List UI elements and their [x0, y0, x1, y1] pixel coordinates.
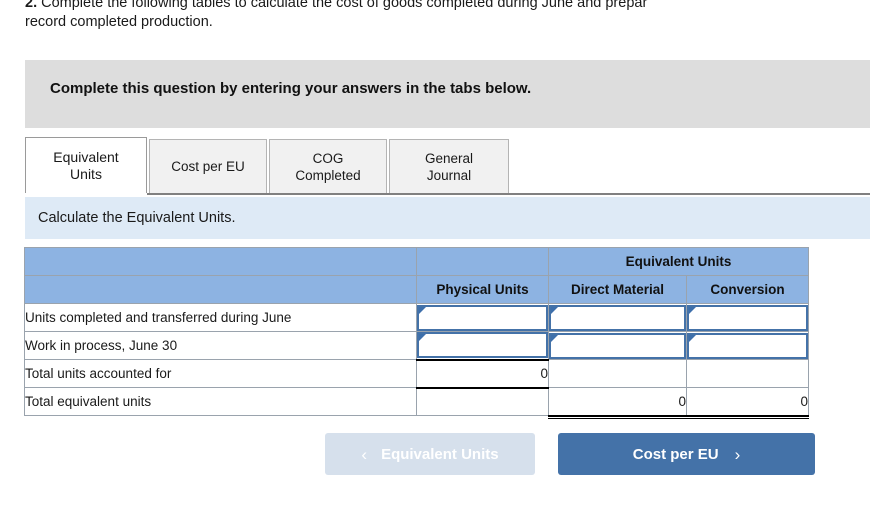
tab-cost-per-eu-label: Cost per EU: [171, 159, 245, 174]
instructions-banner: Complete this question by entering your …: [25, 60, 870, 128]
tab-list: Equivalent Units Cost per EU COG Complet…: [25, 137, 511, 195]
tab-instruction-bar: Calculate the Equivalent Units.: [25, 197, 870, 239]
row-label-total-units-accounted: Total units accounted for: [24, 359, 417, 388]
header-conversion: Conversion: [685, 275, 810, 304]
entry-box[interactable]: [687, 332, 809, 359]
header-physical-units: Physical Units: [416, 275, 549, 304]
exercise-page: 2. Complete the following tables to calc…: [0, 0, 878, 528]
header-direct-material: Direct Material: [548, 275, 687, 304]
input-wip-conversion[interactable]: [685, 331, 810, 360]
entry-box[interactable]: [687, 304, 809, 331]
tab-strip: Equivalent Units Cost per EU COG Complet…: [25, 137, 870, 195]
value-total-units-physical: 0: [416, 359, 549, 389]
question-prompt-line2: record completed production.: [25, 14, 213, 30]
table-header-row-group: Equivalent Units: [24, 247, 810, 276]
value-total-eu-conversion: 0: [685, 387, 810, 419]
next-tab-label: Cost per EU: [632, 445, 719, 463]
tab-general-journal-label: General Journal: [424, 150, 474, 183]
instructions-banner-text: Complete this question by entering your …: [50, 80, 532, 97]
header-blank-label: [24, 275, 417, 304]
value-total-eu-physical: [416, 387, 549, 416]
tab-cost-per-eu[interactable]: Cost per EU: [149, 139, 267, 193]
table-row: Work in process, June 30: [24, 331, 810, 361]
tab-general-journal[interactable]: General Journal: [389, 139, 509, 193]
header-blank-corner: [24, 247, 417, 276]
question-number: 2.: [25, 0, 38, 11]
table-head: Equivalent Units Physical Units Direct M…: [24, 247, 810, 304]
row-label-units-completed: Units completed and transferred during J…: [24, 303, 417, 332]
input-units-completed-direct-material[interactable]: [548, 303, 687, 332]
chevron-right-icon: ›: [734, 444, 741, 464]
tab-equivalent-units[interactable]: Equivalent Units: [25, 137, 147, 195]
value-total-eu-direct-material: 0: [548, 387, 688, 419]
table-row: Total equivalent units 0 0: [24, 387, 810, 419]
chevron-left-icon: ‹: [361, 444, 368, 464]
entry-box[interactable]: [549, 332, 686, 359]
table-row: Units completed and transferred during J…: [24, 303, 810, 332]
value-total-units-conversion: [685, 359, 810, 388]
entry-box[interactable]: [417, 304, 548, 331]
entry-box[interactable]: [549, 304, 686, 331]
tab-equivalent-units-label: Equivalent Units: [53, 148, 119, 182]
table-body: Units completed and transferred during J…: [24, 303, 810, 419]
header-equivalent-units-group: Equivalent Units: [547, 247, 810, 276]
table-row: Total units accounted for 0: [24, 359, 810, 389]
input-wip-physical[interactable]: [416, 331, 549, 361]
tab-cog-completed-label: COG Completed: [295, 150, 361, 183]
input-units-completed-conversion[interactable]: [685, 303, 810, 332]
tab-instruction-text: Calculate the Equivalent Units.: [38, 210, 236, 226]
previous-tab-button[interactable]: ‹ Equivalent Units: [325, 433, 535, 475]
input-units-completed-physical[interactable]: [416, 303, 549, 332]
equivalent-units-table: Equivalent Units Physical Units Direct M…: [24, 247, 810, 419]
row-label-total-equivalent-units: Total equivalent units: [24, 387, 417, 416]
table-header-row-columns: Physical Units Direct Material Conversio…: [24, 275, 810, 304]
value-total-units-direct-material: [548, 359, 687, 388]
question-text-line1: Complete the following tables to calcula…: [41, 0, 648, 11]
row-label-work-in-process: Work in process, June 30: [24, 331, 417, 360]
input-wip-direct-material[interactable]: [548, 331, 687, 360]
tab-cog-completed[interactable]: COG Completed: [269, 139, 387, 193]
entry-box[interactable]: [417, 332, 548, 359]
next-tab-button[interactable]: Cost per EU ›: [558, 433, 815, 475]
previous-tab-label: Equivalent Units: [381, 445, 499, 463]
header-blank-physical: [416, 247, 549, 276]
